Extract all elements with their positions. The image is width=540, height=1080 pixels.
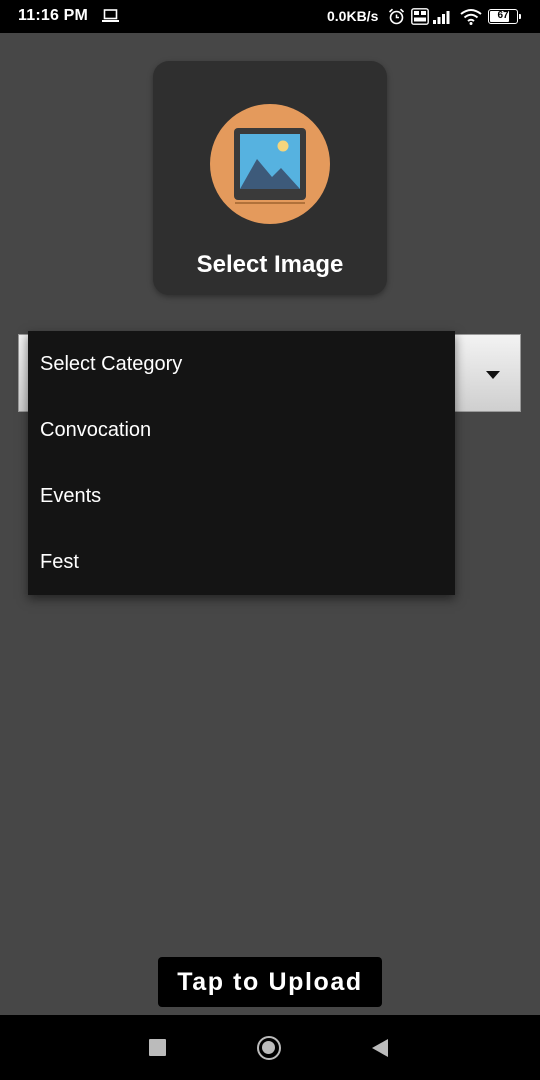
battery-level: 67: [497, 10, 509, 21]
volte-icon: [411, 8, 429, 30]
recents-icon[interactable]: [149, 1039, 166, 1056]
select-image-label: Select Image: [196, 251, 344, 278]
network-speed: 0.0KB/s: [327, 8, 379, 24]
dropdown-option-events[interactable]: Events: [28, 463, 455, 529]
dropdown-option-convocation[interactable]: Convocation: [28, 397, 455, 463]
upload-button[interactable]: Tap to Upload: [158, 957, 382, 1007]
alarm-icon: [388, 8, 405, 30]
image-icon: [232, 126, 308, 209]
navigation-bar: [0, 1015, 540, 1080]
laptop-icon: [102, 9, 119, 28]
dropdown-option-fest[interactable]: Fest: [28, 529, 455, 595]
image-icon-circle: [210, 104, 330, 224]
wifi-icon: [460, 8, 482, 30]
status-time: 11:16 PM: [18, 7, 89, 24]
category-dropdown-list: Select Category Convocation Events Fest: [28, 331, 455, 595]
signal-icon: [433, 9, 453, 29]
home-icon[interactable]: [257, 1036, 281, 1060]
status-bar: 11:16 PM 0.0KB/s 67: [0, 0, 540, 33]
select-image-button[interactable]: Select Image: [153, 61, 387, 295]
battery-icon: 67: [488, 9, 521, 24]
dropdown-option-select-category[interactable]: Select Category: [28, 331, 455, 397]
back-icon[interactable]: [372, 1039, 388, 1057]
dropdown-arrow-icon[interactable]: [486, 371, 500, 379]
